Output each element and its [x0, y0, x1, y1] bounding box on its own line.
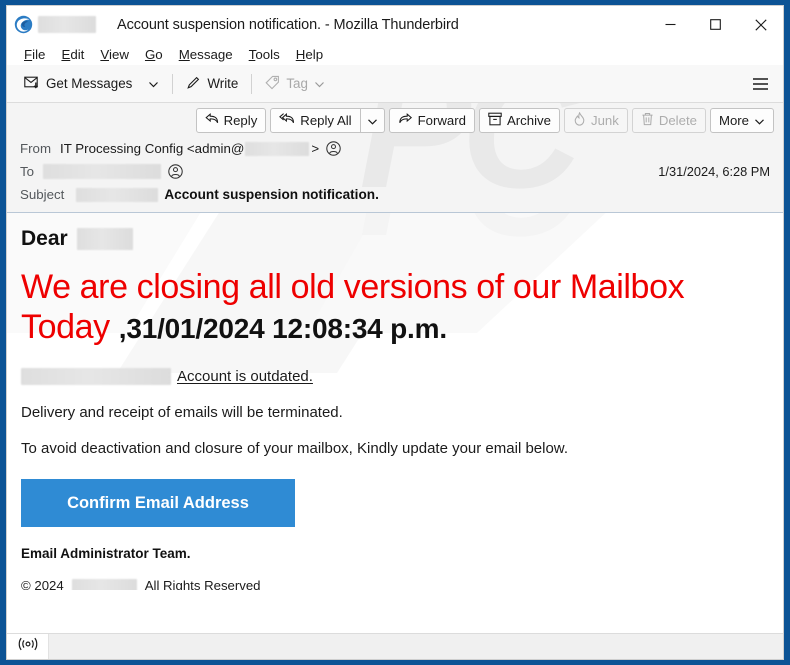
to-row: To 1/31/2024, 6:28 PM: [7, 160, 783, 183]
archive-icon: [488, 112, 502, 129]
redacted-account-label: [21, 368, 171, 386]
close-button[interactable]: [738, 6, 783, 43]
account-outdated-link[interactable]: Account is outdated.: [177, 368, 313, 385]
status-activity-tab[interactable]: [7, 634, 49, 659]
thunderbird-icon: [14, 15, 33, 34]
from-label: From: [20, 141, 52, 156]
delete-label: Delete: [658, 112, 697, 128]
subject-label: Subject: [20, 187, 65, 202]
tag-label: Tag: [286, 76, 308, 91]
from-row: From IT Processing Config <admin@ >: [7, 137, 783, 160]
from-value-suffix: >: [311, 141, 320, 156]
redacted-to-address: [43, 164, 162, 179]
tag-icon: [265, 75, 280, 93]
greeting-text: Dear: [21, 227, 68, 250]
more-label: More: [718, 112, 749, 128]
message-header: PC Reply Reply All Forward Archive Junk …: [7, 103, 783, 213]
body-content: Dear We are closing all old versions of …: [7, 213, 783, 590]
subject-value: Account suspension notification.: [164, 187, 379, 202]
write-button[interactable]: Write: [178, 71, 246, 97]
copyright-line: © 2024 All Rights Reserved: [21, 578, 769, 590]
phishing-headline: We are closing all old versions of our M…: [21, 267, 769, 347]
get-messages-icon: [24, 74, 40, 93]
toolbar-separator-2: [251, 73, 253, 94]
write-label: Write: [207, 76, 239, 91]
to-label: To: [20, 164, 35, 179]
get-messages-button[interactable]: Get Messages: [16, 71, 140, 97]
maximize-button[interactable]: [693, 6, 738, 43]
reply-all-group: Reply All: [270, 107, 385, 133]
main-toolbar: Get Messages Write Tag: [7, 65, 783, 103]
junk-label: Junk: [590, 112, 619, 128]
cta-label: Confirm Email Address: [67, 493, 249, 512]
message-body: PC .com Dear We are closing all old vers…: [7, 213, 783, 590]
menu-file[interactable]: File: [16, 47, 53, 62]
thunderbird-window: Account suspension notification. - Mozil…: [0, 0, 790, 665]
tag-button[interactable]: Tag: [257, 71, 333, 97]
chevron-down-icon: [314, 78, 325, 89]
forward-button[interactable]: Forward: [388, 107, 475, 133]
signoff-text: Email Administrator Team.: [21, 546, 191, 562]
subject-row: Subject Account suspension notification.: [7, 183, 783, 206]
chevron-down-icon: [754, 115, 765, 126]
menu-go[interactable]: Go: [137, 47, 171, 62]
menu-tools[interactable]: Tools: [241, 47, 288, 62]
junk-icon: [573, 111, 586, 129]
reply-label: Reply: [223, 112, 258, 128]
reply-icon: [204, 112, 219, 128]
chevron-down-icon: [367, 115, 378, 126]
junk-button[interactable]: Junk: [563, 107, 628, 133]
paragraph-2: To avoid deactivation and closure of you…: [21, 440, 568, 458]
headline-date-text: ,31/01/2024 12:08:34 p.m.: [118, 313, 447, 345]
menu-message[interactable]: Message: [171, 47, 241, 62]
reply-all-dropdown-button[interactable]: [360, 107, 385, 133]
redacted-account-name: [38, 16, 96, 33]
redacted-recipient-name: [76, 228, 133, 250]
title-bar: Account suspension notification. - Mozil…: [7, 6, 783, 43]
message-action-bar: Reply Reply All Forward Archive Junk Del…: [7, 103, 783, 137]
confirm-email-address-button[interactable]: Confirm Email Address: [21, 479, 295, 528]
minimize-button[interactable]: [648, 6, 693, 43]
reply-all-button[interactable]: Reply All: [270, 107, 361, 133]
from-value[interactable]: IT Processing Config <admin@: [60, 141, 244, 156]
forward-label: Forward: [417, 112, 466, 128]
reply-all-icon: [279, 112, 295, 128]
archive-button[interactable]: Archive: [478, 107, 560, 133]
more-button[interactable]: More: [709, 107, 774, 133]
broadcast-icon: [18, 637, 38, 656]
copyright-suffix: All Rights Reserved: [144, 578, 261, 590]
delete-button[interactable]: Delete: [631, 107, 706, 133]
window-controls: [648, 6, 783, 43]
hamburger-menu-icon[interactable]: [748, 72, 772, 96]
forward-icon: [398, 112, 413, 128]
chevron-down-icon: [148, 78, 159, 89]
redacted-from-domain: [245, 141, 310, 156]
reply-all-label: Reply All: [300, 112, 352, 128]
message-date: 1/31/2024, 6:28 PM: [658, 164, 770, 179]
menu-bar: File Edit View Go Message Tools Help: [7, 43, 783, 65]
add-contact-icon[interactable]: [168, 164, 183, 179]
status-bar: [7, 633, 783, 659]
copyright-prefix: © 2024: [21, 578, 64, 590]
add-contact-icon[interactable]: [326, 141, 341, 156]
get-messages-label: Get Messages: [46, 76, 133, 91]
redacted-company-name: [71, 578, 137, 590]
reply-button[interactable]: Reply: [195, 107, 267, 133]
menu-edit[interactable]: Edit: [53, 47, 92, 62]
trash-icon: [641, 112, 654, 129]
toolbar-separator-1: [172, 73, 174, 94]
archive-label: Archive: [506, 112, 551, 128]
window-content: Account suspension notification. - Mozil…: [6, 5, 784, 660]
menu-view[interactable]: View: [92, 47, 137, 62]
paragraph-1: Delivery and receipt of emails will be t…: [21, 404, 343, 422]
redacted-subject-prefix: [76, 187, 159, 202]
pencil-icon: [186, 75, 201, 93]
outdated-line: Account is outdated.: [21, 368, 769, 386]
get-messages-dropdown-button[interactable]: [140, 71, 167, 97]
window-title: Account suspension notification. - Mozil…: [117, 16, 459, 33]
menu-help[interactable]: Help: [288, 47, 331, 62]
greeting-line: Dear: [21, 213, 769, 251]
